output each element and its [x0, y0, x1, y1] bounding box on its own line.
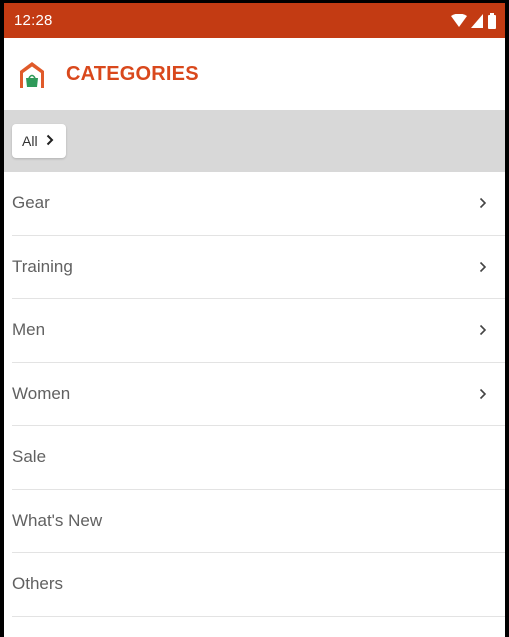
store-logo-icon: [16, 58, 48, 90]
page-title: CATEGORIES: [66, 62, 199, 85]
category-label: Gear: [12, 193, 50, 213]
category-item-men[interactable]: Men: [12, 299, 505, 363]
breadcrumb-label: All: [22, 133, 38, 149]
chevron-right-icon: [477, 387, 489, 401]
battery-icon: [487, 12, 497, 29]
category-label: Men: [12, 320, 46, 340]
category-label: What's New: [12, 510, 103, 530]
category-label: Women: [12, 383, 71, 403]
app-header: CATEGORIES: [4, 38, 505, 110]
status-time: 12:28: [14, 12, 53, 29]
status-icons: [451, 12, 497, 29]
category-item-training[interactable]: Training: [12, 236, 505, 299]
category-list: Gear Training Men Women Sale What's New …: [4, 172, 505, 617]
cell-signal-icon: [471, 13, 483, 28]
category-label: Others: [12, 574, 64, 594]
category-item-whats-new[interactable]: What's New: [12, 490, 505, 553]
category-item-others[interactable]: Others: [12, 553, 505, 617]
category-item-gear[interactable]: Gear: [12, 172, 505, 236]
category-item-sale[interactable]: Sale: [12, 426, 505, 490]
breadcrumb: All: [4, 110, 505, 172]
chevron-right-icon: [46, 133, 54, 150]
chevron-right-icon: [477, 196, 489, 210]
wifi-icon: [451, 13, 467, 28]
category-label: Sale: [12, 447, 47, 467]
chevron-right-icon: [477, 323, 489, 337]
status-bar: 12:28: [4, 3, 505, 38]
category-item-women[interactable]: Women: [12, 363, 505, 426]
app-screen: 12:28 CATEGORIES All Gear Training Men W…: [0, 0, 509, 637]
category-label: Training: [12, 256, 73, 276]
breadcrumb-all-chip[interactable]: All: [12, 124, 66, 158]
chevron-right-icon: [477, 260, 489, 274]
